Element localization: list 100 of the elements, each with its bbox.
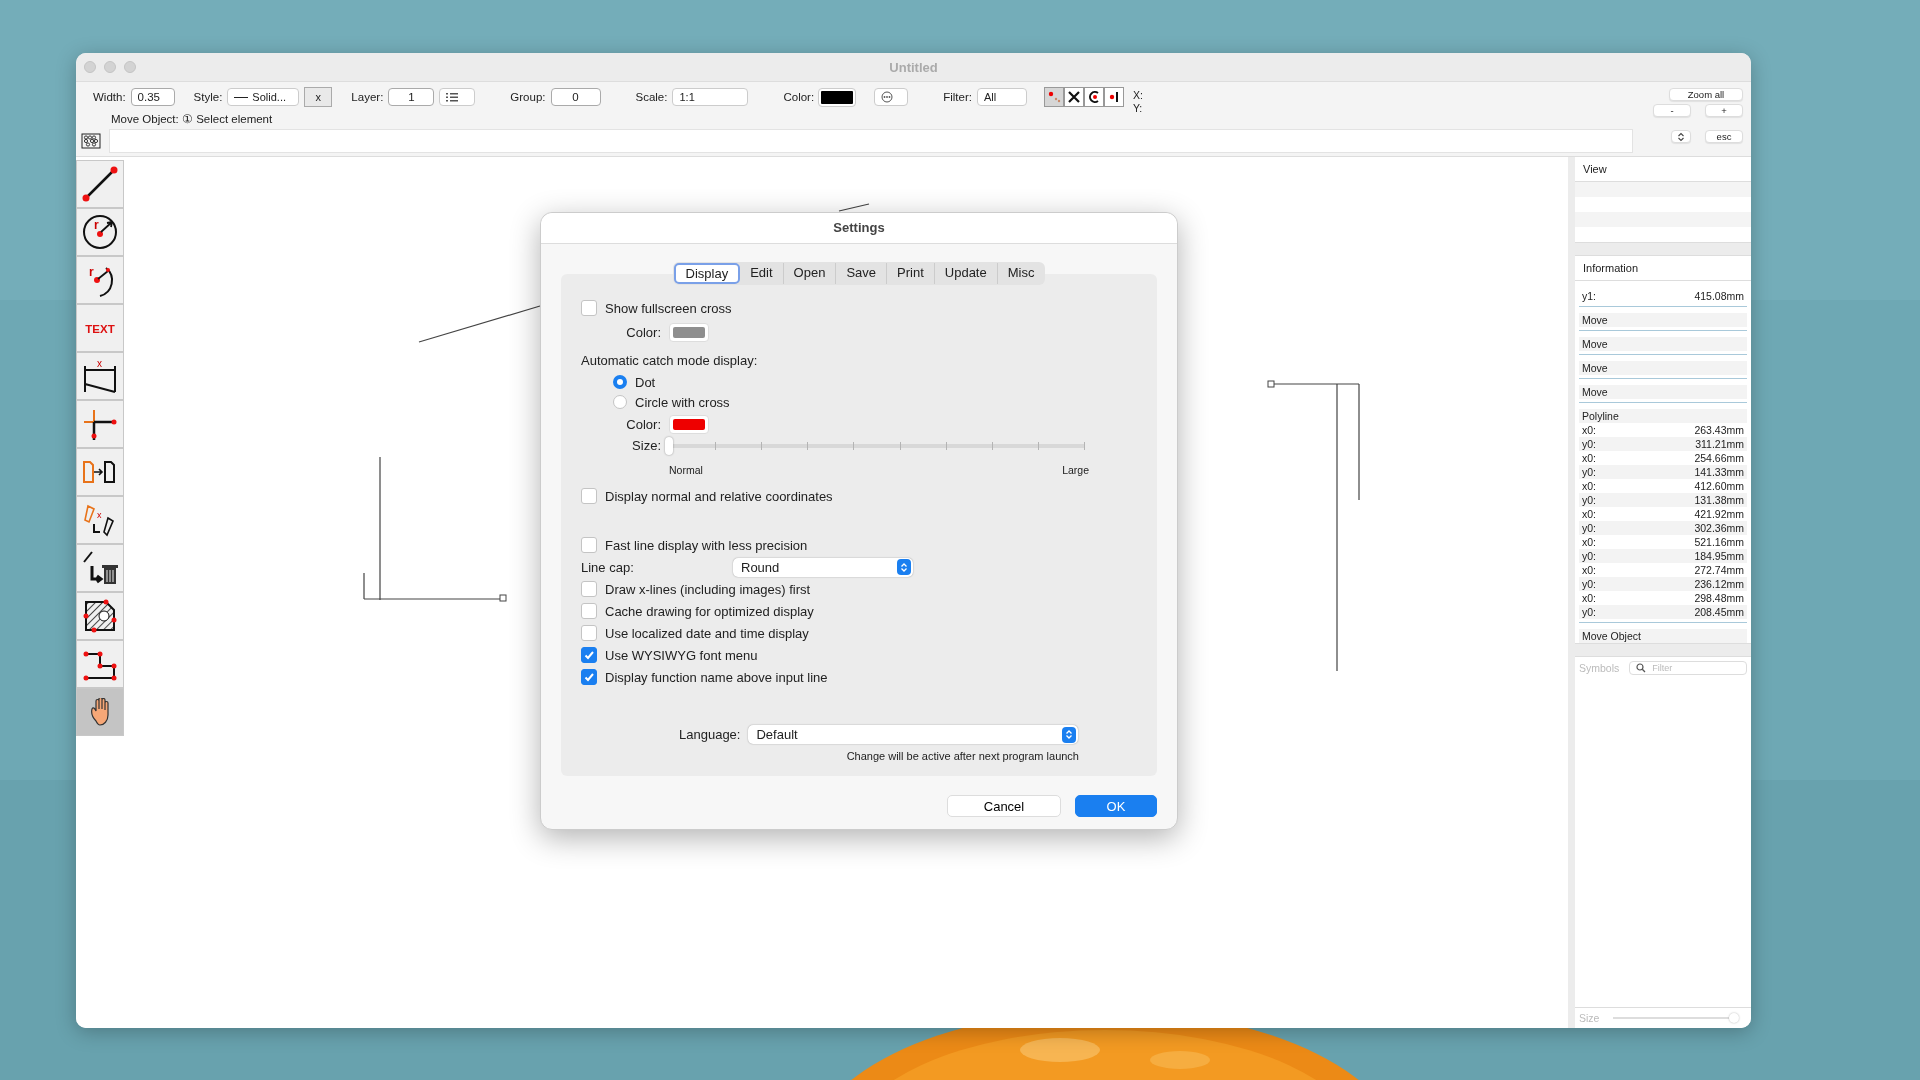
checkbox-label: Use WYSIWYG font menu — [605, 647, 758, 663]
property-label: x0: — [1582, 563, 1596, 577]
abacus-icon — [81, 133, 101, 149]
catch-mode-button[interactable] — [1083, 87, 1104, 107]
checkbox[interactable] — [581, 669, 597, 685]
slider-thumb[interactable] — [1729, 1013, 1739, 1023]
catch-mode-button[interactable] — [1063, 87, 1084, 107]
property-label: y0: — [1582, 549, 1596, 563]
checkbox[interactable] — [581, 300, 597, 316]
zoom-out-button[interactable]: - — [1653, 104, 1691, 117]
section-heading: Automatic catch mode display: — [581, 352, 758, 368]
group-field[interactable]: 0 — [550, 88, 601, 106]
checkbox[interactable] — [581, 647, 597, 663]
escape-button[interactable]: esc — [1705, 130, 1743, 143]
dialog-button[interactable]: OK — [1075, 795, 1157, 817]
x-coordinate-label: X: — [1132, 89, 1143, 102]
property-value: 141.33mm — [1694, 465, 1744, 479]
property-label: y0: — [1582, 465, 1596, 479]
checkmark-icon — [583, 671, 595, 683]
checkbox-label: Display normal and relative coordinates — [605, 488, 833, 504]
line-cap-label: Line cap: — [581, 559, 635, 575]
dot-grid-icon — [1046, 90, 1061, 104]
checkmark-icon — [583, 649, 595, 661]
settings-tab[interactable]: Save — [835, 263, 887, 284]
width-field[interactable]: 0.35 — [130, 88, 175, 106]
target-icon — [1086, 90, 1101, 104]
radio-label: Dot — [635, 374, 656, 390]
group-label: Group: — [510, 91, 546, 103]
layer-list-dropdown[interactable] — [439, 88, 476, 106]
zoom-in-button[interactable]: + — [1705, 104, 1743, 117]
layer-label: Layer: — [351, 91, 384, 103]
catch-mode-button[interactable] — [1103, 87, 1124, 107]
radio-button[interactable] — [613, 375, 627, 389]
window-title: Untitled — [889, 59, 938, 75]
command-input[interactable] — [109, 129, 1633, 153]
drawing-tool-button[interactable] — [76, 592, 124, 640]
updown-icon — [1062, 726, 1077, 743]
object-name: Move — [1579, 361, 1747, 375]
list-icon — [446, 92, 459, 102]
size-label: Size: — [631, 438, 661, 453]
object-name: Polyline — [1579, 409, 1747, 423]
checkbox[interactable] — [581, 603, 597, 619]
property-value: 415.08mm — [1694, 289, 1744, 303]
property-value: 272.74mm — [1694, 563, 1744, 577]
settings-tab[interactable]: Edit — [740, 263, 783, 284]
property-value: 412.60mm — [1694, 479, 1744, 493]
updown-icon — [897, 559, 911, 575]
style-label: Style: — [193, 91, 223, 103]
property-label: y0: — [1582, 493, 1596, 507]
checkbox[interactable] — [581, 625, 597, 641]
property-label: x0: — [1582, 535, 1596, 549]
property-value: 521.16mm — [1694, 535, 1744, 549]
property-value: 311.21mm — [1695, 437, 1744, 451]
size-label: Size — [1579, 1012, 1600, 1024]
style-dropdown[interactable]: Solid... — [227, 88, 300, 106]
dialog-button[interactable]: Cancel — [947, 795, 1061, 817]
property-value: 263.43mm — [1694, 423, 1744, 437]
language-dropdown[interactable]: Default — [748, 725, 1079, 744]
checkbox[interactable] — [581, 581, 597, 597]
filter-label: Filter: — [943, 91, 972, 103]
language-note: Change will be active after next program launch — [846, 750, 1079, 762]
drawing-tool-button[interactable] — [76, 544, 124, 592]
color-label: Color: — [625, 324, 661, 340]
history-stepper[interactable] — [1671, 130, 1691, 143]
width-label: Width: — [93, 91, 126, 103]
filter-dropdown[interactable]: All — [976, 88, 1027, 106]
property-label: x0: — [1582, 451, 1596, 465]
drawing-tool-button[interactable] — [76, 640, 124, 688]
drawing-tool-button[interactable] — [76, 160, 124, 208]
object-name: Move — [1579, 313, 1747, 327]
property-value: 254.66mm — [1694, 451, 1744, 465]
settings-tab[interactable]: Open — [782, 263, 836, 284]
radio-button[interactable] — [613, 395, 627, 409]
settings-tab[interactable]: Display — [673, 263, 741, 284]
slider-min-label: Normal — [669, 464, 703, 476]
property-value: 298.48mm — [1694, 591, 1744, 605]
layer-field[interactable]: 1 — [388, 88, 435, 106]
slider-thumb[interactable] — [665, 437, 673, 455]
scale-dropdown[interactable]: 1:1 — [672, 88, 749, 106]
drawing-tool-button[interactable] — [76, 448, 124, 496]
checkbox[interactable] — [581, 537, 597, 553]
property-label: y0: — [1582, 577, 1596, 591]
settings-tab[interactable]: Print — [886, 263, 934, 284]
language-label: Language: — [679, 727, 741, 742]
object-name: Move — [1579, 385, 1747, 399]
settings-tab[interactable]: Update — [933, 263, 997, 284]
hand-icon — [90, 698, 110, 726]
property-label: y0: — [1582, 521, 1596, 535]
clear-button[interactable]: x — [304, 87, 333, 107]
checkbox[interactable] — [581, 488, 597, 504]
slider-max-label: Large — [1062, 464, 1089, 476]
line-cap-dropdown[interactable]: Round — [733, 557, 913, 577]
drawing-tool-button[interactable] — [76, 400, 124, 448]
color-label: Color: — [625, 416, 661, 432]
more-dropdown[interactable] — [874, 88, 909, 106]
zoom-all-button[interactable]: Zoom all — [1669, 88, 1743, 101]
information-heading: Information — [1575, 256, 1751, 281]
checkbox-label: Display function name above input line — [605, 669, 828, 685]
checkbox-label: Draw x-lines (including images) first — [605, 581, 811, 597]
checkbox-label: Cache drawing for optimized display — [605, 603, 814, 619]
